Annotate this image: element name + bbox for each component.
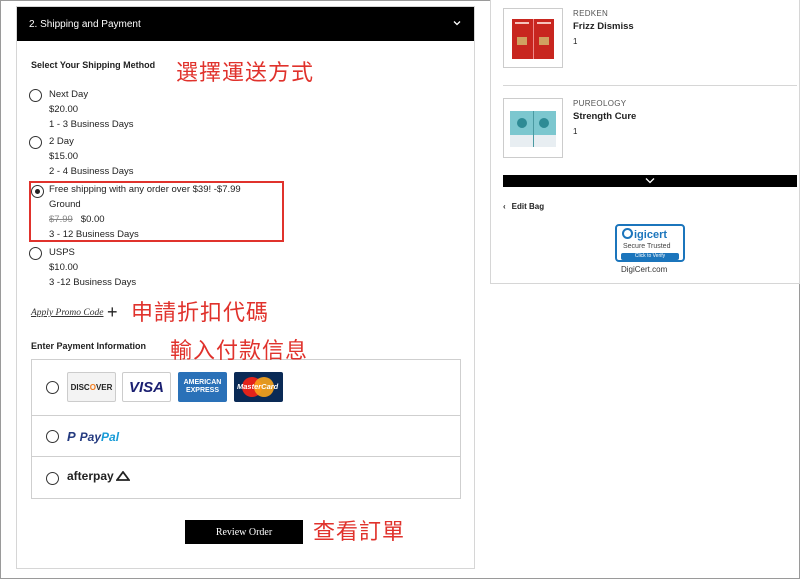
annotation-promo: 申請折扣代碼 (131, 301, 270, 326)
option-eta: 3 -12 Business Days (49, 277, 137, 288)
order-summary-panel: REDKEN Frizz Dismiss 1 PUREOLOGY Strengt… (490, 0, 800, 284)
product-qty: 1 (573, 127, 578, 136)
payment-option-afterpay[interactable]: afterpay (32, 457, 460, 499)
chevron-left-icon: ‹ (503, 202, 506, 211)
amex-card-icon: AMERICAN EXPRESS (178, 372, 227, 402)
product-name[interactable]: Strength Cure (573, 111, 636, 122)
expand-cart-bar[interactable] (503, 175, 797, 187)
divider (503, 85, 797, 86)
radio-button[interactable] (46, 472, 59, 485)
annotation-payment: 輸入付款信息 (170, 339, 309, 364)
radio-button[interactable] (46, 430, 59, 443)
radio-button[interactable] (29, 89, 42, 102)
afterpay-logo-icon: afterpay (67, 469, 130, 483)
option-price-row: $7.99 $0.00 (49, 212, 241, 227)
discover-card-icon: DISC O VER (67, 372, 116, 402)
radio-button[interactable] (46, 381, 59, 394)
product-image[interactable] (503, 8, 563, 68)
section-title: 2. Shipping and Payment (29, 18, 141, 30)
old-price: $7.99 (49, 214, 73, 225)
digicert-secure-text: Secure Trusted (623, 243, 671, 250)
option-price: $15.00 (49, 151, 79, 162)
paypal-logo-icon: P PayPal (67, 429, 120, 444)
digicert-logo-icon: igicert (622, 228, 667, 241)
option-name: 2 Day (49, 136, 74, 147)
radio-button-selected[interactable] (31, 185, 44, 198)
plus-icon[interactable]: + (107, 302, 118, 323)
digicert-seal[interactable]: igicert Secure Trusted Click to Verify (615, 224, 685, 262)
product-image[interactable] (503, 98, 563, 158)
option-name: Next Day (49, 89, 89, 100)
option-price: $0.00 (80, 214, 105, 225)
option-name: Free shipping with any order over $39! -… (49, 184, 241, 195)
annotation-shipping: 選擇運送方式 (176, 61, 315, 86)
radio-button[interactable] (29, 136, 42, 149)
radio-button[interactable] (29, 247, 42, 260)
section-header[interactable]: 2. Shipping and Payment (17, 7, 474, 41)
product-name[interactable]: Frizz Dismiss (573, 21, 634, 32)
digicert-verify-button[interactable]: Click to Verify (621, 253, 679, 260)
edit-bag-link[interactable]: ‹ Edit Bag (503, 202, 544, 211)
payment-option-paypal[interactable]: P PayPal (32, 416, 460, 457)
payment-option-card[interactable]: DISC O VER VISA AMERICAN EXPRESS MasterCar… (32, 360, 460, 416)
chevron-down-icon (645, 178, 655, 184)
checkout-panel: 2. Shipping and Payment Select Your Ship… (16, 6, 475, 569)
product-qty: 1 (573, 37, 578, 46)
chevron-down-icon[interactable] (452, 18, 462, 28)
option-price: $10.00 (49, 262, 79, 273)
apply-promo-code-link[interactable]: Apply Promo Code (31, 308, 103, 318)
option-price: $20.00 (49, 104, 79, 115)
product-brand: PUREOLOGY (573, 99, 627, 108)
option-name: USPS (49, 247, 75, 258)
product-brand: REDKEN (573, 9, 609, 18)
option-eta: 2 - 4 Business Days (49, 166, 134, 177)
annotation-review: 查看訂單 (313, 520, 406, 545)
edit-bag-label: Edit Bag (511, 202, 545, 211)
digicert-domain: DigiCert.com (621, 265, 668, 274)
shipping-heading: Select Your Shipping Method (31, 60, 156, 70)
option-subname: Ground (49, 199, 81, 210)
payment-heading: Enter Payment Information (31, 341, 147, 351)
mastercard-icon: MasterCard (234, 372, 283, 402)
payment-methods-box: DISC O VER VISA AMERICAN EXPRESS MasterCar… (31, 359, 461, 499)
afterpay-arrow-icon (115, 471, 130, 481)
option-eta: 1 - 3 Business Days (49, 119, 134, 130)
visa-card-icon: VISA (122, 372, 171, 402)
option-eta: 3 - 12 Business Days (49, 229, 139, 240)
review-order-button[interactable]: Review Order (185, 520, 303, 544)
